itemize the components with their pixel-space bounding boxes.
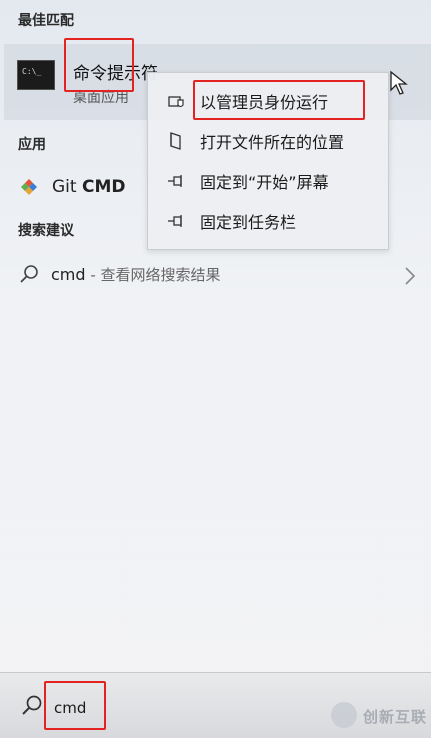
search-input[interactable] bbox=[54, 695, 254, 721]
watermark-logo: 创新互联 bbox=[331, 700, 431, 732]
app-name[interactable]: 命令提示符 bbox=[73, 59, 158, 84]
app-subtitle: 桌面应用 bbox=[73, 90, 129, 106]
suggestion-rest: - 查看网络搜索结果 bbox=[85, 266, 221, 284]
context-label-open-file-location: 打开文件所在的位置 bbox=[200, 133, 345, 152]
git-cmd-prefix: Git bbox=[52, 177, 82, 197]
context-label-run-as-admin: 以管理员身份运行 bbox=[200, 93, 329, 112]
context-item-pin-to-taskbar[interactable]: 固定到任务栏 bbox=[148, 201, 388, 241]
context-item-run-as-admin[interactable]: 以管理员身份运行 bbox=[148, 81, 388, 121]
pin-icon bbox=[168, 215, 182, 227]
context-label-pin-to-taskbar: 固定到任务栏 bbox=[200, 213, 297, 232]
command-prompt-icon: C:\_ bbox=[17, 60, 55, 90]
suggestion-label: cmd - 查看网络搜索结果 bbox=[51, 264, 221, 285]
chevron-right-icon[interactable] bbox=[401, 265, 419, 287]
folder-icon bbox=[170, 132, 181, 150]
section-title-best-match: 最佳匹配 bbox=[18, 13, 74, 29]
git-cmd-label: Git CMD bbox=[52, 177, 125, 197]
context-menu: 以管理员身份运行 打开文件所在的位置 固定到“开始”屏幕 固定到任务栏 bbox=[147, 72, 389, 250]
section-title-apps: 应用 bbox=[18, 137, 46, 153]
watermark-text: 创新互联 bbox=[363, 708, 428, 726]
git-diamond-icon bbox=[21, 179, 37, 195]
context-item-pin-to-start[interactable]: 固定到“开始”屏幕 bbox=[148, 161, 388, 201]
search-icon bbox=[22, 695, 42, 715]
search-suggestion-item[interactable]: cmd - 查看网络搜索结果 bbox=[4, 255, 431, 295]
context-label-pin-to-start: 固定到“开始”屏幕 bbox=[200, 173, 329, 192]
mouse-cursor-icon bbox=[390, 70, 408, 95]
context-item-open-file-location[interactable]: 打开文件所在的位置 bbox=[148, 121, 388, 161]
watermark-logo-icon bbox=[331, 702, 357, 728]
pin-icon bbox=[168, 175, 182, 187]
suggestion-query: cmd bbox=[51, 265, 86, 284]
section-title-search-suggestions: 搜索建议 bbox=[18, 223, 74, 239]
shield-icon bbox=[168, 96, 184, 108]
search-icon bbox=[20, 265, 38, 283]
git-cmd-bold: CMD bbox=[81, 177, 126, 197]
